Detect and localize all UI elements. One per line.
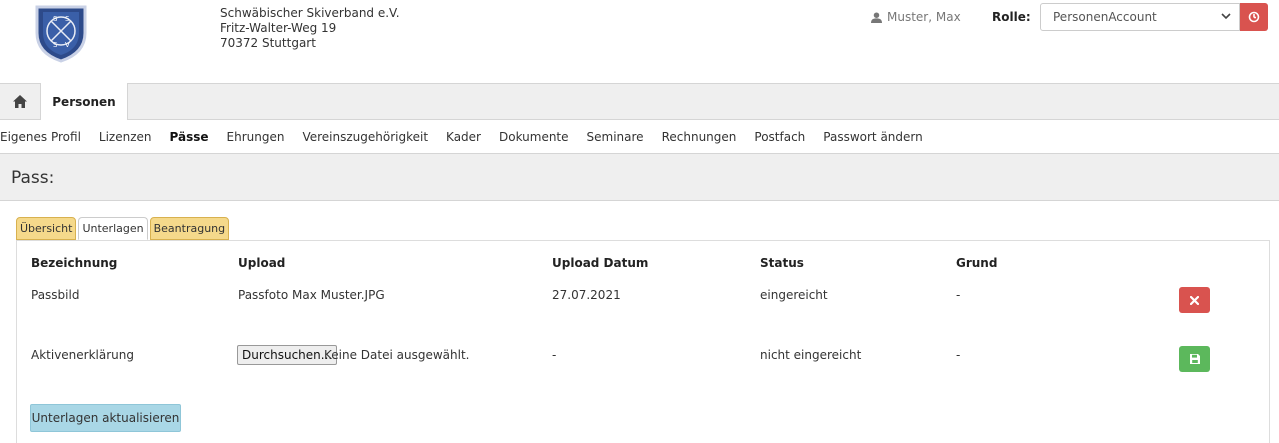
subnav-item-lizenzen[interactable]: Lizenzen bbox=[90, 130, 161, 144]
browse-file-button[interactable]: Durchsuchen... bbox=[237, 345, 338, 365]
row2-bezeichnung: Aktivenerklärung bbox=[31, 348, 135, 362]
org-street: Fritz-Walter-Weg 19 bbox=[220, 21, 337, 35]
column-header-grund: Grund bbox=[956, 256, 998, 270]
chevron-down-icon bbox=[1221, 13, 1231, 20]
org-address: Schwäbischer Skiverband e.V. Fritz-Walte… bbox=[220, 6, 400, 51]
column-header-status: Status bbox=[760, 256, 804, 270]
row2-grund: - bbox=[956, 348, 961, 362]
power-icon bbox=[1248, 11, 1260, 23]
documents-panel bbox=[16, 240, 1270, 443]
row1-upload-datum: 27.07.2021 bbox=[552, 288, 621, 302]
sub-nav: Eigenes Profil Lizenzen Pässe Ehrungen V… bbox=[0, 120, 1279, 154]
tab-unterlagen[interactable]: Unterlagen bbox=[78, 217, 148, 240]
row2-status: nicht eingereicht bbox=[760, 348, 862, 362]
user-name: Muster, Max bbox=[887, 10, 961, 24]
subnav-item-rechnungen[interactable]: Rechnungen bbox=[653, 130, 746, 144]
org-city: 70372 Stuttgart bbox=[220, 36, 316, 50]
logout-button[interactable] bbox=[1240, 3, 1268, 31]
page-title: Pass: bbox=[11, 168, 55, 188]
subnav-item-passwort-aendern[interactable]: Passwort ändern bbox=[814, 130, 931, 144]
floppy-disk-icon bbox=[1189, 354, 1200, 364]
logo-letter: S bbox=[53, 15, 58, 23]
subnav-item-seminare[interactable]: Seminare bbox=[578, 130, 653, 144]
role-select[interactable]: PersonenAccount bbox=[1040, 3, 1240, 31]
tab-personen[interactable]: Personen bbox=[40, 83, 128, 120]
subnav-item-postfach[interactable]: Postfach bbox=[745, 130, 814, 144]
home-tab[interactable] bbox=[0, 84, 40, 119]
subnav-item-dokumente[interactable]: Dokumente bbox=[490, 130, 578, 144]
logo-letter: S bbox=[53, 41, 58, 49]
subnav-item-paesse[interactable]: Pässe bbox=[161, 130, 218, 144]
header: S S S V Schwäbischer Skiverband e.V. Fri… bbox=[0, 0, 1279, 84]
column-header-bezeichnung: Bezeichnung bbox=[31, 256, 118, 270]
column-header-upload-datum: Upload Datum bbox=[552, 256, 649, 270]
main-nav: Personen bbox=[0, 83, 1279, 120]
org-logo[interactable]: S S S V bbox=[31, 3, 91, 63]
subnav-item-kader[interactable]: Kader bbox=[437, 130, 490, 144]
column-header-upload: Upload bbox=[238, 256, 286, 270]
row1-upload-file[interactable]: Passfoto Max Muster.JPG bbox=[238, 288, 385, 302]
role-label: Rolle: bbox=[992, 10, 1031, 24]
shield-logo-icon: S S S V bbox=[35, 5, 87, 63]
pass-tabs: Übersicht Unterlagen Beantragung bbox=[16, 217, 231, 240]
file-none-label: Keine Datei ausgewählt. bbox=[324, 348, 470, 362]
close-icon bbox=[1190, 295, 1199, 305]
org-name: Schwäbischer Skiverband e.V. bbox=[220, 6, 400, 20]
row1-bezeichnung: Passbild bbox=[31, 288, 80, 302]
subnav-item-vereinszugehoerigkeit[interactable]: Vereinszugehörigkeit bbox=[293, 130, 437, 144]
user-icon bbox=[871, 11, 882, 23]
row1-grund: - bbox=[956, 288, 961, 302]
delete-button[interactable] bbox=[1179, 287, 1210, 313]
row2-upload-datum: - bbox=[552, 348, 557, 362]
role-select-value: PersonenAccount bbox=[1053, 10, 1157, 24]
row1-status: eingereicht bbox=[760, 288, 828, 302]
user-menu[interactable]: Muster, Max bbox=[871, 10, 961, 24]
page-title-bar: Pass: bbox=[0, 154, 1279, 201]
logo-letter: S bbox=[65, 15, 70, 23]
logo-letter: V bbox=[65, 41, 70, 49]
home-icon bbox=[13, 95, 27, 108]
subnav-item-ehrungen[interactable]: Ehrungen bbox=[218, 130, 294, 144]
subnav-item-eigenes-profil[interactable]: Eigenes Profil bbox=[0, 130, 90, 144]
save-button[interactable] bbox=[1179, 346, 1210, 372]
tab-beantragung[interactable]: Beantragung bbox=[149, 217, 230, 240]
tab-uebersicht[interactable]: Übersicht bbox=[16, 217, 77, 240]
update-documents-button[interactable]: Unterlagen aktualisieren bbox=[30, 404, 181, 432]
